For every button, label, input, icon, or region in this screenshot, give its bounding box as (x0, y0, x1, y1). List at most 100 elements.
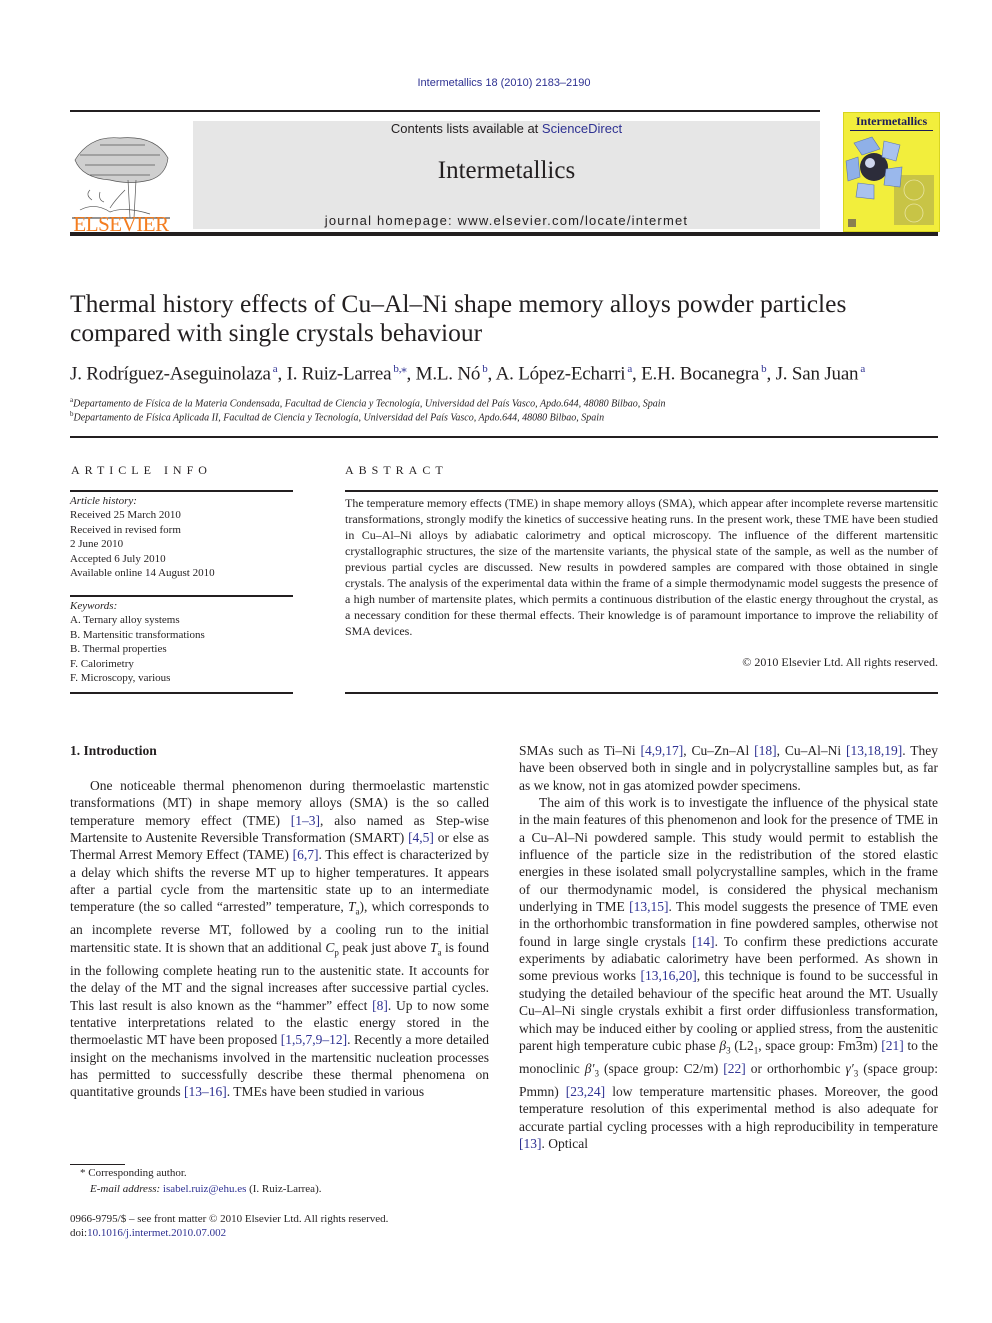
author-name[interactable]: J. Rodríguez-Aseguinolaza (70, 363, 271, 384)
citation-link[interactable]: [13,16,20] (641, 968, 697, 983)
article-title-line-2: compared with single crystals behaviour (70, 318, 483, 347)
text-run: . Optical (541, 1135, 589, 1151)
abstract-heading: ABSTRACT (345, 463, 448, 477)
citation-link[interactable]: [18] (754, 743, 777, 758)
article-info-heading: ARTICLE INFO (71, 463, 212, 477)
intro-paragraph-2: The aim of this work is to investigate t… (519, 794, 938, 1152)
text-run: The aim of this work is to investigate t… (519, 795, 938, 915)
keyword-item: B. Martensitic transformations (70, 628, 205, 641)
citation-link[interactable]: [13–16] (184, 1084, 227, 1099)
text-run: . TMEs have been studied in various (226, 1084, 425, 1100)
journal-cover-thumbnail[interactable]: Intermetallics (843, 112, 940, 232)
citation-link[interactable]: [23,24] (566, 1084, 605, 1099)
footnote-marker: * (80, 1167, 86, 1179)
citation-link[interactable]: [8] (372, 998, 388, 1013)
citation-link[interactable]: [6,7] (293, 847, 319, 862)
author-name[interactable]: A. López-Echarri (496, 363, 626, 384)
body-column-left: One noticeable thermal phenomenon during… (70, 777, 489, 1101)
cover-title: Intermetallics (855, 114, 928, 128)
footnote-rule (70, 1164, 125, 1165)
intro-paragraph-1: One noticeable thermal phenomenon during… (70, 777, 489, 1101)
author-name[interactable]: J. San Juan (776, 363, 859, 384)
math-symbol: γ′3 (845, 1060, 859, 1079)
cover-crystal-graphic-icon (845, 136, 934, 227)
keyword-item: F. Calorimetry (70, 657, 134, 670)
author-name[interactable]: E.H. Bocanegra (641, 363, 759, 384)
doi-link[interactable]: 10.1016/j.intermet.2010.07.002 (87, 1227, 226, 1239)
overlined-digit: 3 (855, 1037, 863, 1053)
citation-link[interactable]: [1,5,7,9–12] (281, 1032, 347, 1047)
citation-link[interactable]: [22] (723, 1061, 746, 1076)
history-item: Received 25 March 2010 (70, 509, 181, 522)
sciencedirect-link[interactable]: ScienceDirect (542, 121, 622, 136)
text-run: , Cu–Al–Ni (776, 743, 846, 758)
footnote-text: Corresponding author. (88, 1167, 187, 1179)
citation-link[interactable]: [4,5] (408, 830, 434, 845)
math-symbol: Cp (325, 939, 339, 958)
keywords-rule (70, 595, 293, 597)
abstract-rule (345, 490, 938, 492)
article-info-bottom-rule (70, 692, 293, 694)
history-item: 2 June 2010 (70, 538, 124, 551)
author-affiliation-marker[interactable]: b (480, 363, 488, 375)
article-history: Article history: Received 25 March 2010 R… (70, 494, 215, 580)
keywords-block: Keywords: A. Ternary alloy systems B. Mar… (70, 599, 205, 685)
email-label: E-mail address: (90, 1182, 161, 1195)
citation-link[interactable]: [14] (692, 934, 715, 949)
keyword-item: A. Ternary alloy systems (70, 614, 180, 627)
text-run: (L2 (730, 1037, 754, 1053)
article-history-items: Received 25 March 2010 Received in revise… (70, 508, 215, 580)
article-title-line-1: Thermal history effects of Cu–Al–Ni shap… (70, 289, 847, 318)
section-heading-introduction: 1. Introduction (70, 743, 157, 758)
author-list: J. Rodríguez-Aseguinolaza a, I. Ruiz-Lar… (70, 363, 866, 385)
author-affiliation-marker[interactable]: a (271, 363, 278, 375)
cover-rule (850, 130, 933, 131)
title-block-rule (70, 436, 938, 438)
author-name[interactable]: I. Ruiz-Larrea (287, 363, 392, 384)
keyword-items: A. Ternary alloy systems B. Martensitic t… (70, 613, 205, 685)
doi-label: doi: (70, 1227, 88, 1239)
affiliation-a: aDepartamento de Física de la Materia Co… (70, 396, 666, 409)
article-history-label: Article history: (70, 495, 137, 507)
abstract-bottom-rule (345, 692, 938, 694)
affiliation-b: bDepartamento de Física Aplicada II, Fac… (70, 410, 604, 423)
journal-citation-link[interactable]: Intermetallics 18 (2010) 2183–2190 (0, 77, 992, 89)
citation-link[interactable]: [13,15] (629, 899, 668, 914)
text-run: (space group: C2/m) (598, 1060, 724, 1076)
citation-link[interactable]: [4,9,17] (641, 743, 684, 758)
email-note: E-mail address: isabel.ruiz@ehu.es (I. R… (70, 1182, 321, 1198)
doi-line: doi:10.1016/j.intermet.2010.07.002 (70, 1226, 388, 1240)
issn-line: 0966-9795/$ – see front matter © 2010 El… (70, 1213, 389, 1225)
journal-homepage-link[interactable]: journal homepage: www.elsevier.com/locat… (193, 213, 820, 228)
email-link[interactable]: isabel.ruiz@ehu.es (163, 1183, 246, 1195)
citation-link[interactable]: [13,18,19] (846, 743, 902, 758)
author-name[interactable]: M.L. Nó (416, 363, 481, 384)
affiliation-text: Departamento de Física Aplicada II, Facu… (73, 412, 605, 424)
math-symbol: β′3 (584, 1060, 599, 1079)
article-title: Thermal history effects of Cu–Al–Ni shap… (70, 289, 940, 347)
text-run: peak just above (338, 939, 431, 955)
math-symbol: Ta (347, 899, 360, 918)
abstract-copyright: © 2010 Elsevier Ltd. All rights reserved… (742, 655, 938, 669)
contents-prefix: Contents lists available at (390, 121, 542, 136)
history-item: Available online 14 August 2010 (70, 567, 215, 580)
history-item: Received in revised form (70, 523, 181, 536)
math-symbol: Ta (430, 939, 442, 958)
abstract-text: The temperature memory effects (TME) in … (345, 496, 938, 638)
affiliation-text: Departamento de Física de la Materia Con… (73, 398, 666, 410)
publication-notes: 0966-9795/$ – see front matter © 2010 El… (70, 1212, 388, 1240)
header-bottom-rule (70, 232, 938, 236)
author-affiliation-marker[interactable]: a (858, 363, 865, 375)
citation-link[interactable]: [1–3] (291, 813, 320, 828)
author-affiliation-marker[interactable]: a (625, 363, 632, 375)
citation-link[interactable]: [13] (519, 1136, 542, 1151)
email-suffix: (I. Ruiz-Larrea). (246, 1182, 322, 1195)
text-run: , space group: Fm (758, 1037, 856, 1053)
article-info-rule (70, 490, 293, 492)
header-top-rule (70, 110, 820, 112)
author-affiliation-marker[interactable]: b (759, 363, 767, 375)
intro-paragraph-1-continued: SMAs such as Ti–Ni [4,9,17], Cu–Zn–Al [1… (519, 742, 938, 794)
corresponding-author-note: * Corresponding author. (70, 1166, 321, 1182)
author-affiliation-marker[interactable]: b,⁎ (391, 363, 406, 375)
citation-link[interactable]: [21] (881, 1038, 904, 1053)
